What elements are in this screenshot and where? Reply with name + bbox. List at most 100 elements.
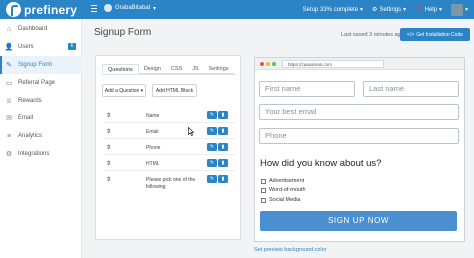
set-preview-background-link[interactable]: Set preview background color xyxy=(254,247,326,253)
last-saved-status: Last saved 3 minutes ago xyxy=(341,32,404,38)
account-switcher[interactable]: GrabaBitabal ▾ xyxy=(104,4,156,12)
tab-design[interactable]: Design xyxy=(138,64,166,74)
page-icon: ▭ xyxy=(5,80,13,87)
gear-icon: ⚙ xyxy=(372,7,378,13)
sidebar-item-label: Dashboard xyxy=(18,26,48,32)
option-label: Social Media xyxy=(269,197,301,203)
rewards-icon: ♕ xyxy=(5,98,13,105)
list-item: ⇕ Phone ✎ ▮ xyxy=(104,142,235,156)
drag-handle-icon[interactable]: ⇕ xyxy=(106,160,111,167)
form-icon: ✎ xyxy=(6,62,12,69)
list-item: ⇕ HTML ✎ ▮ xyxy=(104,158,235,172)
add-question-label: Add a Question xyxy=(104,87,140,94)
settings-menu[interactable]: ⚙ Settings ▾ xyxy=(372,6,407,14)
checkbox[interactable] xyxy=(261,178,266,184)
sidebar-item-referral-page[interactable]: ▭ Referral Page xyxy=(0,74,82,92)
preview-url: https://zaasaman.com xyxy=(282,60,384,68)
sidebar: ⌂ Dashboard 👤 Users 6 ✎ Signup Form ▭ Re… xyxy=(0,19,82,258)
close-dot-icon xyxy=(260,62,264,66)
field-name: Please pick one of the following xyxy=(146,177,196,190)
delete-icon[interactable]: ▮ xyxy=(218,143,228,151)
field-name: Name xyxy=(146,113,160,119)
install-button-label: Get Installation Code xyxy=(416,31,463,38)
option-word-of-mouth[interactable]: Word-of-mouth xyxy=(261,187,306,193)
account-icon xyxy=(104,4,112,12)
checkbox[interactable] xyxy=(261,187,266,193)
option-label: Advertisement xyxy=(269,178,305,184)
edit-icon[interactable]: ✎ xyxy=(207,111,217,119)
logo[interactable]: prefinery xyxy=(6,2,77,17)
delete-icon[interactable]: ▮ xyxy=(218,127,228,135)
tab-settings[interactable]: Settings xyxy=(203,64,234,74)
phone-field[interactable]: Phone xyxy=(259,128,459,144)
chevron-down-icon: ▾ xyxy=(438,7,442,13)
row-divider xyxy=(104,170,235,171)
sidebar-item-label: Analytics xyxy=(18,133,43,139)
edit-icon[interactable]: ✎ xyxy=(207,143,217,151)
delete-icon[interactable]: ▮ xyxy=(218,159,228,167)
first-name-field[interactable]: First name xyxy=(259,81,355,97)
drag-handle-icon[interactable]: ⇕ xyxy=(106,144,111,151)
email-field[interactable]: Your best email xyxy=(259,104,459,120)
sidebar-item-users[interactable]: 👤 Users 6 xyxy=(0,38,82,56)
row-divider xyxy=(104,138,235,139)
code-icon: </> xyxy=(407,31,415,38)
setup-progress-menu[interactable]: Setup 33% complete ▾ xyxy=(302,6,363,14)
option-social-media[interactable]: Social Media xyxy=(261,197,301,203)
edit-icon[interactable]: ✎ xyxy=(207,159,217,167)
add-question-button[interactable]: Add a Question ▾ xyxy=(102,84,146,97)
sidebar-item-label: Referral Page xyxy=(18,80,56,86)
integrations-icon: ⚙ xyxy=(5,151,13,158)
sidebar-item-label: Users xyxy=(18,44,34,50)
add-html-block-button[interactable]: Add HTML Block xyxy=(152,84,197,97)
checkbox[interactable] xyxy=(261,197,266,203)
chevron-down-icon: ▾ xyxy=(139,87,144,94)
delete-icon[interactable]: ▮ xyxy=(218,175,228,183)
edit-icon[interactable]: ✎ xyxy=(207,127,217,135)
chevron-down-icon: ▾ xyxy=(153,5,157,12)
tab-questions[interactable]: Questions xyxy=(102,64,139,74)
settings-label: Settings xyxy=(379,6,402,13)
user-menu[interactable]: ▾ xyxy=(450,3,468,16)
sidebar-item-dashboard[interactable]: ⌂ Dashboard xyxy=(0,20,82,38)
list-item: ⇕ Name ✎ ▮ xyxy=(104,110,235,124)
drag-handle-icon[interactable]: ⇕ xyxy=(106,128,111,135)
sidebar-item-integrations[interactable]: ⚙ Integrations xyxy=(0,145,82,163)
sidebar-item-label: Rewards xyxy=(18,98,42,104)
sidebar-item-rewards[interactable]: ♕ Rewards xyxy=(0,92,82,110)
chevron-down-icon: ▾ xyxy=(464,7,468,13)
get-installation-code-button[interactable]: </> Get Installation Code xyxy=(400,28,470,41)
account-name: GrabaBitabal xyxy=(115,5,151,11)
prefinery-logo-icon xyxy=(6,2,21,17)
last-name-field[interactable]: Last name xyxy=(363,81,459,97)
users-icon: 👤 xyxy=(4,44,14,51)
chevron-down-icon: ▾ xyxy=(403,7,407,13)
option-label: Word-of-mouth xyxy=(269,187,306,193)
sign-up-button[interactable]: SIGN UP NOW xyxy=(260,211,457,231)
row-divider xyxy=(104,122,235,123)
brand-name: prefinery xyxy=(24,2,78,17)
page-title: Signup Form xyxy=(94,27,152,38)
sidebar-item-label: Email xyxy=(18,115,34,121)
setup-progress-label: Setup 33% complete xyxy=(302,6,359,13)
drag-handle-icon[interactable]: ⇕ xyxy=(106,176,111,183)
help-menu[interactable]: ❓ Help ▾ xyxy=(415,6,442,14)
field-name: Phone xyxy=(146,145,161,151)
edit-icon[interactable]: ✎ xyxy=(207,175,217,183)
option-advertisement[interactable]: Advertisement xyxy=(261,178,304,184)
field-name: Email xyxy=(146,129,159,135)
form-builder-panel: Questions Design CSS JS Settings Add a Q… xyxy=(95,55,241,240)
tab-js[interactable]: JS xyxy=(187,64,204,74)
tabs-divider xyxy=(102,74,236,75)
drag-handle-icon[interactable]: ⇕ xyxy=(106,112,111,119)
help-icon: ❓ xyxy=(415,7,423,13)
field-name: HTML xyxy=(146,161,160,167)
sidebar-item-label: Integrations xyxy=(18,151,50,157)
list-item: ⇕ Please pick one of the following ✎ ▮ xyxy=(104,174,235,196)
sidebar-item-email[interactable]: ✉ Email xyxy=(0,109,82,127)
delete-icon[interactable]: ▮ xyxy=(218,111,228,119)
tab-css[interactable]: CSS xyxy=(165,64,188,74)
menu-icon[interactable] xyxy=(91,5,97,12)
sidebar-item-analytics[interactable]: ≡ Analytics xyxy=(0,127,82,145)
sidebar-item-signup-form[interactable]: ✎ Signup Form xyxy=(0,56,82,74)
